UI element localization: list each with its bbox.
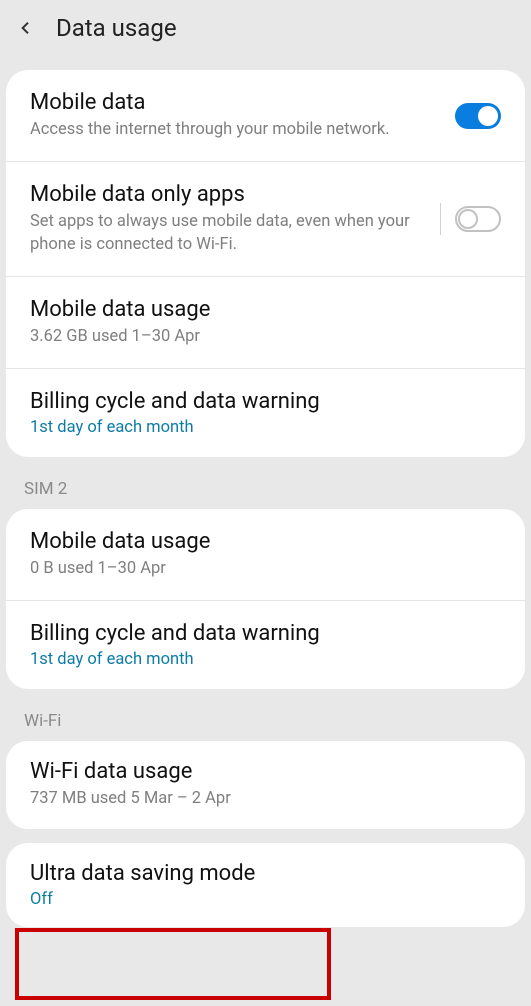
page-title: Data usage <box>56 14 177 42</box>
row-sim2-mobile-data-usage[interactable]: Mobile data usage 0 B used 1–30 Apr <box>6 509 525 600</box>
mobile-data-title: Mobile data <box>30 90 441 115</box>
row-mobile-data[interactable]: Mobile data Access the internet through … <box>6 70 525 161</box>
billing-cycle-sim1-subtitle: 1st day of each month <box>30 418 501 437</box>
row-sim2-billing-cycle[interactable]: Billing cycle and data warning 1st day o… <box>6 600 525 689</box>
back-icon[interactable] <box>18 20 34 36</box>
card-sim2: Mobile data usage 0 B used 1–30 Apr Bill… <box>6 509 525 689</box>
mobile-data-only-apps-toggle[interactable] <box>440 203 501 235</box>
mobile-data-only-apps-title: Mobile data only apps <box>30 182 426 207</box>
wifi-data-usage-title: Wi-Fi data usage <box>30 759 501 784</box>
ultra-data-saving-title: Ultra data saving mode <box>30 861 501 886</box>
row-ultra-data-saving[interactable]: Ultra data saving mode Off <box>6 843 525 927</box>
mobile-data-toggle[interactable] <box>455 103 501 129</box>
highlight-box <box>15 928 331 1000</box>
sim2-mobile-data-usage-subtitle: 0 B used 1–30 Apr <box>30 558 501 580</box>
row-mobile-data-only-apps[interactable]: Mobile data only apps Set apps to always… <box>6 161 525 276</box>
wifi-data-usage-subtitle: 737 MB used 5 Mar – 2 Apr <box>30 788 501 810</box>
mobile-data-only-apps-subtitle: Set apps to always use mobile data, even… <box>30 211 426 256</box>
row-mobile-data-usage[interactable]: Mobile data usage 3.62 GB used 1–30 Apr <box>6 276 525 368</box>
mobile-data-usage-title: Mobile data usage <box>30 297 501 322</box>
mobile-data-usage-subtitle: 3.62 GB used 1–30 Apr <box>30 326 501 348</box>
card-main: Mobile data Access the internet through … <box>6 70 525 457</box>
card-wifi: Wi-Fi data usage 737 MB used 5 Mar – 2 A… <box>6 741 525 828</box>
sim2-mobile-data-usage-title: Mobile data usage <box>30 529 501 554</box>
row-wifi-data-usage[interactable]: Wi-Fi data usage 737 MB used 5 Mar – 2 A… <box>6 741 525 828</box>
mobile-data-subtitle: Access the internet through your mobile … <box>30 119 441 141</box>
sim2-billing-cycle-title: Billing cycle and data warning <box>30 621 501 646</box>
sim2-billing-cycle-subtitle: 1st day of each month <box>30 650 501 669</box>
billing-cycle-sim1-title: Billing cycle and data warning <box>30 389 501 414</box>
section-header-wifi: Wi-Fi <box>0 689 531 741</box>
card-ultra: Ultra data saving mode Off <box>6 843 525 927</box>
ultra-data-saving-subtitle: Off <box>30 890 501 909</box>
section-header-sim2: SIM 2 <box>0 457 531 509</box>
header-bar: Data usage <box>0 0 531 56</box>
row-billing-cycle-sim1[interactable]: Billing cycle and data warning 1st day o… <box>6 368 525 457</box>
